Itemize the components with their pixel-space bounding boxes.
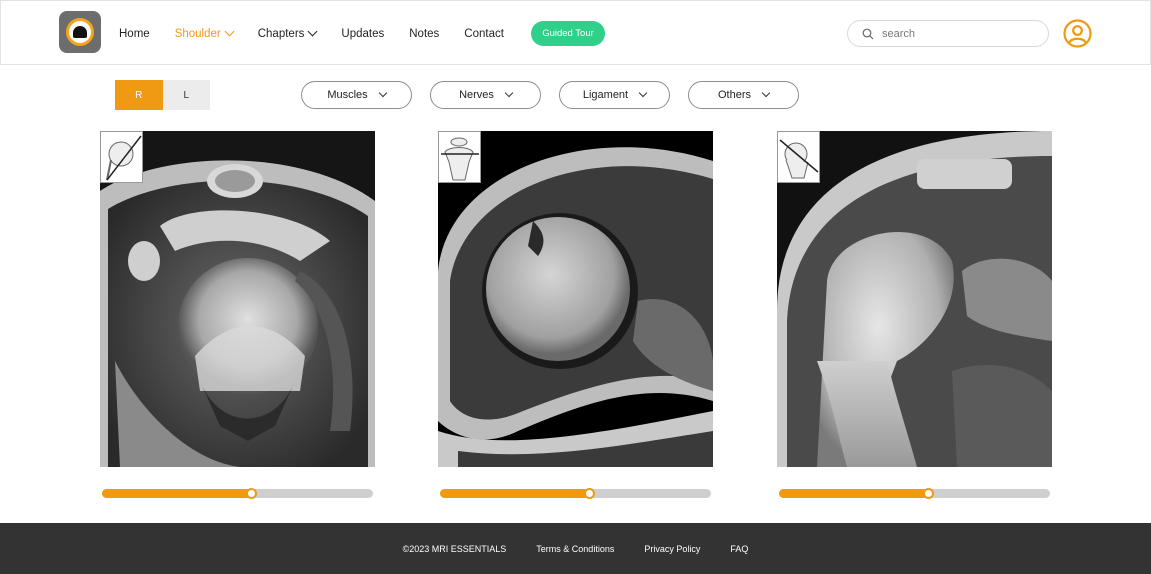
nav-notes-label: Notes [409,27,440,40]
footer-faq-link[interactable]: FAQ [730,544,748,554]
coronal-plane-orientation-icon[interactable] [777,131,820,183]
nav-shoulder-label: Shoulder [174,27,221,40]
logo-bore [73,26,87,38]
filter-muscles-dropdown[interactable]: Muscles [301,81,412,109]
top-navbar: Home Shoulder Chapters Updates Notes Con… [0,0,1151,65]
slider-fill [102,489,252,498]
filter-ligament-dropdown[interactable]: Ligament [559,81,670,109]
logo-ring [66,18,94,46]
side-toggle: R L [115,80,210,110]
slider-fill [440,489,590,498]
nav-contact[interactable]: Contact [464,28,504,40]
nav-contact-label: Contact [464,27,504,40]
slider-handle[interactable] [246,488,258,499]
footer: ©2023 MRI ESSENTIALS Terms & Conditions … [0,523,1151,574]
footer-terms-link[interactable]: Terms & Conditions [536,544,614,554]
chevron-down-icon [638,88,648,98]
main-nav: Home Shoulder Chapters Updates Notes Con… [119,1,529,66]
nav-home[interactable]: Home [119,28,150,40]
search-icon [862,28,874,39]
slider-handle[interactable] [584,488,596,499]
mri-scanner-logo-icon[interactable] [59,11,101,53]
chevron-down-icon [307,26,318,37]
nav-updates-label: Updates [341,27,385,40]
axial-plane-orientation-icon[interactable] [100,131,143,183]
nav-chapters-label: Chapters [257,27,305,40]
chevron-down-icon [761,88,771,98]
filter-ligament-label: Ligament [582,89,629,101]
footer-privacy-link[interactable]: Privacy Policy [644,544,700,554]
nav-shoulder[interactable]: Shoulder [174,26,235,40]
slice-slider-coronal[interactable] [779,488,1050,499]
search-box[interactable] [847,20,1049,47]
mri-panel-coronal [777,131,1052,467]
chevron-down-icon [378,88,387,98]
user-circle-icon[interactable] [1063,19,1092,48]
nav-notes[interactable]: Notes [409,28,439,40]
side-left-button[interactable]: L [162,80,210,110]
sagittal-plane-orientation-icon[interactable] [438,131,481,183]
nav-home-label: Home [119,27,150,40]
slider-handle[interactable] [923,488,935,499]
nav-updates[interactable]: Updates [341,28,384,40]
nav-chapters[interactable]: Chapters [257,26,318,40]
filter-others-label: Others [717,89,751,101]
chevron-down-icon [504,88,514,98]
mri-panel-sagittal [438,131,713,467]
slider-fill [779,489,929,498]
filter-nerves-dropdown[interactable]: Nerves [430,81,541,109]
footer-copyright: ©2023 MRI ESSENTIALS [402,543,507,554]
filter-nerves-label: Nerves [459,89,494,101]
guided-tour-button[interactable]: Guided Tour [531,21,605,46]
slice-slider-axial[interactable] [102,488,373,499]
side-right-button[interactable]: R [115,80,163,110]
slice-slider-sagittal[interactable] [440,488,711,499]
filter-others-dropdown[interactable]: Others [688,81,799,109]
chevron-down-icon [224,26,235,37]
filter-muscles-label: Muscles [327,89,368,101]
search-input[interactable] [882,27,1032,40]
mri-panel-axial [100,131,375,467]
